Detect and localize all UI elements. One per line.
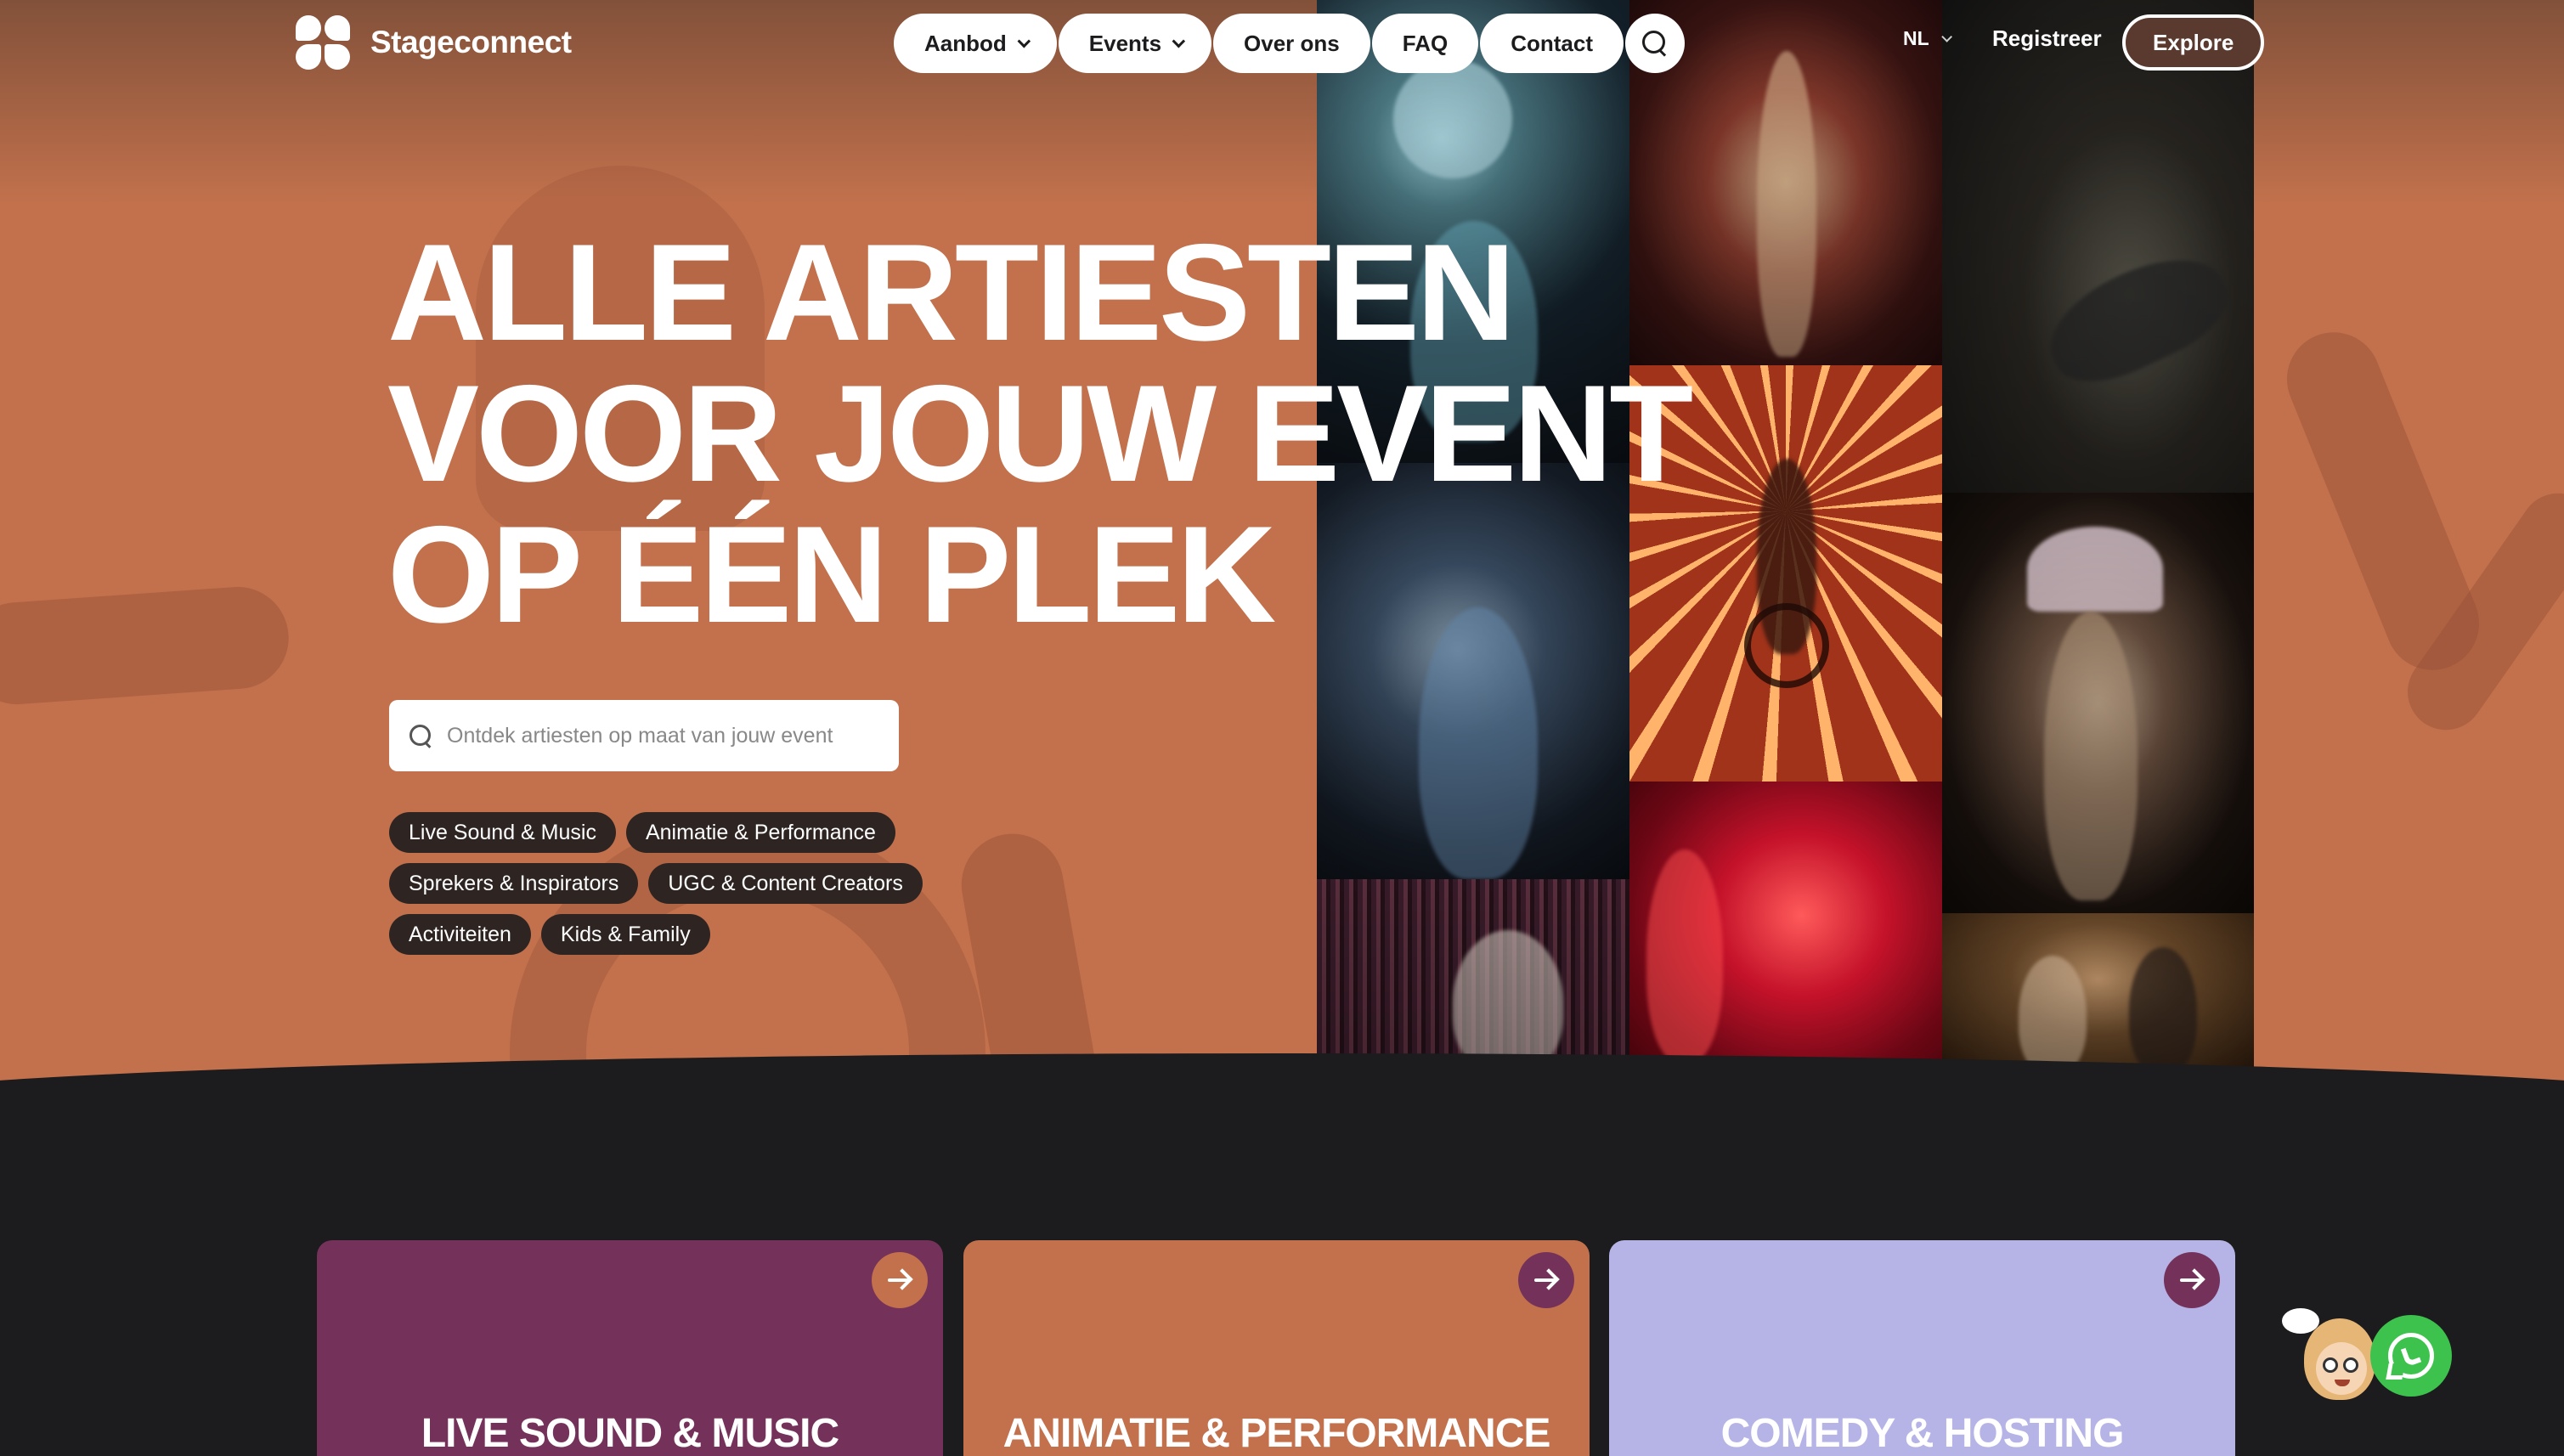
tag-animatie-performance[interactable]: Animatie & Performance — [625, 812, 895, 853]
headline-line: VOOR JOUW EVENT — [387, 357, 1693, 511]
whatsapp-button[interactable] — [2370, 1315, 2452, 1397]
tag-live-sound-music[interactable]: Live Sound & Music — [389, 812, 616, 853]
nav-item-label: FAQ — [1402, 30, 1449, 56]
logo-icon — [296, 15, 350, 70]
nav-item-label: Events — [1088, 30, 1162, 56]
nav-item-label: Aanbod — [924, 30, 1007, 56]
card-arrow-button[interactable] — [872, 1252, 928, 1308]
category-card-animatie-performance[interactable]: ANIMATIE & PERFORMANCE — [963, 1240, 1590, 1456]
nav-item-label: Over ons — [1244, 30, 1340, 56]
chat-mascot-button[interactable] — [2282, 1308, 2380, 1407]
brand-logo[interactable]: Stageconnect — [296, 15, 572, 70]
photo-confetti-floor-party — [1942, 0, 2254, 493]
card-arrow-button[interactable] — [2164, 1252, 2220, 1308]
nav-item-faq[interactable]: FAQ — [1371, 14, 1479, 73]
hero-headline: ALLE ARTIESTEN VOOR JOUW EVENT OP ÉÉN PL… — [387, 216, 1693, 652]
chevron-down-icon — [1017, 34, 1031, 48]
tag-sprekers-inspirators[interactable]: Sprekers & Inspirators — [389, 863, 639, 904]
card-arrow-button[interactable] — [1518, 1252, 1574, 1308]
search-icon — [1641, 31, 1668, 56]
explore-label: Explore — [2153, 29, 2234, 55]
arrow-right-icon — [1534, 1270, 1558, 1290]
decor-stroke — [0, 583, 292, 708]
tag-ugc-content-creators[interactable]: UGC & Content Creators — [648, 863, 923, 904]
artist-search-input[interactable] — [447, 723, 872, 748]
register-link[interactable]: Registreer — [1992, 25, 2102, 52]
brand-name: Stageconnect — [370, 25, 572, 59]
arrow-right-icon — [888, 1270, 912, 1290]
tag-kids-family[interactable]: Kids & Family — [540, 914, 710, 955]
tag-activiteiten[interactable]: Activiteiten — [389, 914, 531, 955]
headline-line: ALLE ARTIESTEN — [387, 216, 1516, 370]
nav-item-label: Contact — [1511, 30, 1593, 56]
language-selector[interactable]: NL — [1903, 27, 1952, 50]
hero-section: Stageconnect Aanbod Events Over ons FAQ … — [0, 0, 2564, 1096]
photo-party-dancers — [1942, 913, 2254, 1079]
nav-item-over-ons[interactable]: Over ons — [1213, 14, 1370, 73]
explore-button[interactable]: Explore — [2122, 14, 2265, 71]
photo-red-sequin-dress — [1629, 782, 1942, 1079]
category-card-comedy-hosting[interactable]: COMEDY & HOSTING — [1609, 1240, 2235, 1456]
artist-search-bar — [389, 700, 899, 771]
nav-item-events[interactable]: Events — [1058, 14, 1212, 73]
card-title: ANIMATIE & PERFORMANCE — [1002, 1411, 1551, 1456]
nav-item-aanbod[interactable]: Aanbod — [894, 14, 1057, 73]
search-icon — [409, 725, 432, 747]
arrow-right-icon — [2180, 1270, 2204, 1290]
photo-record-store-dj — [1317, 879, 1629, 1079]
language-label: NL — [1903, 27, 1929, 49]
whatsapp-icon — [2388, 1333, 2434, 1379]
card-title: COMEDY & HOSTING — [1720, 1411, 2125, 1456]
main-nav: Aanbod Events Over ons FAQ Contact — [894, 14, 1685, 73]
photo-lampshade-performer — [1942, 493, 2254, 913]
nav-search-button[interactable] — [1624, 14, 1685, 73]
headline-line: OP ÉÉN PLEK — [387, 498, 1276, 652]
chevron-down-icon — [1172, 34, 1186, 48]
card-title: LIVE SOUND & MUSIC — [421, 1411, 839, 1456]
category-tag-list: Live Sound & Music Animatie & Performanc… — [389, 812, 1001, 955]
category-card-live-sound-music[interactable]: LIVE SOUND & MUSIC — [317, 1240, 943, 1456]
nav-item-contact[interactable]: Contact — [1480, 14, 1624, 73]
